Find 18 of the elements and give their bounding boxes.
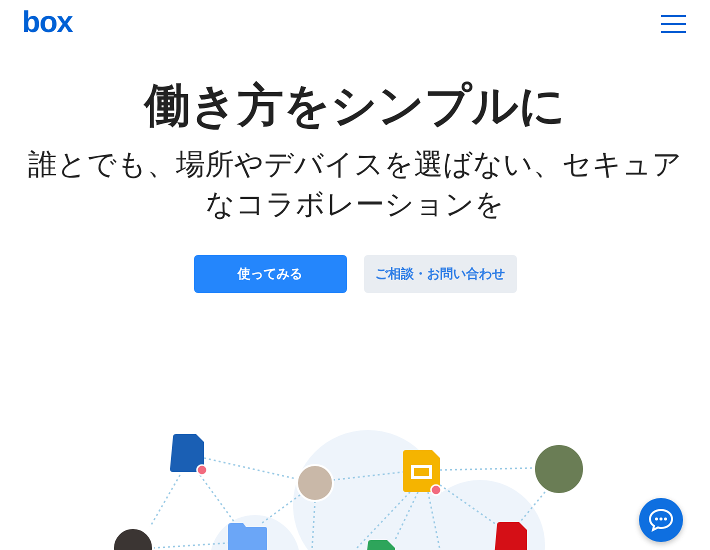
avatar [296,464,334,502]
contact-button[interactable]: ご相談・お問い合わせ [364,255,516,294]
document-icon [403,450,442,496]
chat-button[interactable] [639,498,683,542]
document-icon [170,434,208,476]
folder-icon [228,523,267,550]
connector-line [311,500,316,550]
connector-line [262,494,300,524]
connector-line [149,474,181,528]
hero-subtitle: 誰とでも、場所やデバイスを選ばない、セキュアなコラボレーションを [27,146,683,223]
menu-icon[interactable] [661,15,686,33]
try-button[interactable]: 使ってみる [194,255,346,294]
chat-bubble-icon [648,508,674,532]
avatar [533,443,585,495]
hero-title: 働き方をシンプルに [144,78,566,134]
connector-line [332,471,404,481]
logo[interactable]: box [22,8,72,38]
connector-line [519,492,546,522]
